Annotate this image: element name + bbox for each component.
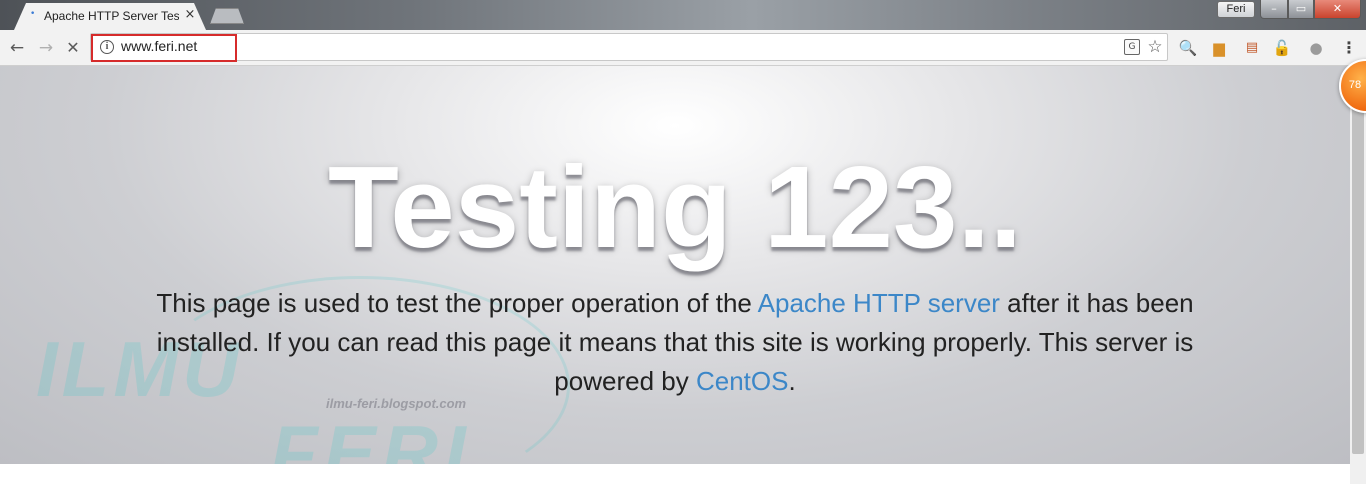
extension-search-icon[interactable]: 🔍	[1178, 38, 1198, 58]
maximize-button[interactable]: ▭	[1288, 0, 1314, 19]
lead-text-3: .	[788, 366, 796, 396]
profile-button[interactable]: Feri	[1217, 1, 1255, 18]
tab-title: Apache HTTP Server Test	[44, 9, 179, 23]
tab-active[interactable]: • Apache HTTP Server Test ×	[14, 3, 206, 30]
browser-menu-icon[interactable]: ⋮	[1341, 38, 1357, 58]
stop-loading-button[interactable]: ✕	[62, 37, 84, 59]
page-title: Testing 123..	[327, 142, 1023, 272]
bookmark-star-icon[interactable]: ☆	[1145, 37, 1165, 57]
close-tab-icon[interactable]: ×	[183, 6, 197, 24]
back-button[interactable]: ←	[6, 37, 28, 59]
extension-folder-icon[interactable]: ▆	[1209, 38, 1229, 58]
tab-strip: • Apache HTTP Server Test × Feri – ▭ ✕	[0, 0, 1366, 30]
centos-link[interactable]: CentOS	[696, 366, 789, 396]
page-content: ILMU FERI ilmu-feri.blogspot.com Testing…	[0, 66, 1350, 464]
minimize-button[interactable]: –	[1260, 0, 1288, 19]
apache-http-server-link[interactable]: Apache HTTP server	[758, 288, 1000, 318]
extension-news-icon[interactable]: ▤	[1242, 38, 1262, 58]
badge-count: 78	[1348, 79, 1362, 91]
lead-paragraph: This page is used to test the proper ope…	[110, 284, 1240, 401]
url-text[interactable]: www.feri.net	[121, 38, 197, 54]
window-controls: – ▭ ✕	[1260, 0, 1361, 19]
close-window-button[interactable]: ✕	[1314, 0, 1361, 19]
translate-icon[interactable]: G	[1124, 39, 1140, 55]
loading-icon: •	[30, 9, 36, 19]
extension-circle-icon[interactable]: ●	[1306, 38, 1326, 58]
page-below-fold	[0, 464, 1350, 484]
new-tab-button[interactable]	[210, 8, 244, 24]
browser-window: • Apache HTTP Server Test × Feri – ▭ ✕ ←…	[0, 0, 1366, 484]
site-info-icon[interactable]: i	[100, 40, 114, 54]
address-bar[interactable]: i www.feri.net G ☆	[90, 33, 1168, 62]
browser-toolbar: ← → ✕ i www.feri.net G ☆ 🔍 ▆ ▤ 🔓 ● ⋮	[0, 30, 1366, 66]
extension-lock-icon[interactable]: 🔓	[1272, 38, 1292, 58]
scrollbar-thumb[interactable]	[1352, 94, 1364, 454]
vertical-scrollbar[interactable]	[1350, 66, 1366, 484]
watermark-feri: FERI	[270, 409, 472, 464]
lead-text-1: This page is used to test the proper ope…	[156, 288, 758, 318]
forward-button[interactable]: →	[35, 37, 57, 59]
